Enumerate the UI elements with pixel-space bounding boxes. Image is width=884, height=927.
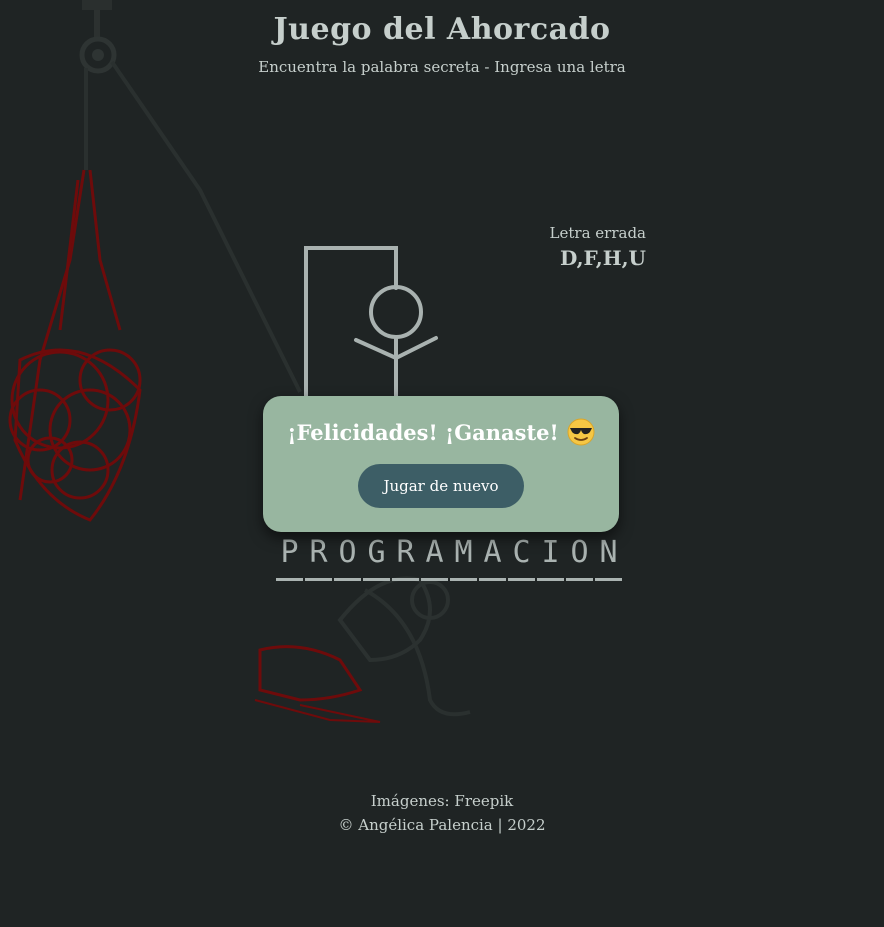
word-letter: G bbox=[363, 534, 390, 581]
credits-label: Imágenes: bbox=[370, 792, 450, 810]
play-again-button[interactable]: Jugar de nuevo bbox=[358, 464, 524, 508]
page: Juego del Ahorcado Encuentra la palabra … bbox=[0, 0, 884, 927]
hanging-figure-icon bbox=[8, 169, 142, 522]
word-letter: N bbox=[595, 534, 622, 581]
hangman-drawing bbox=[304, 246, 438, 402]
hangman-head bbox=[369, 285, 423, 339]
freepik-link[interactable]: Freepik bbox=[454, 792, 513, 810]
word-letter: O bbox=[566, 534, 593, 581]
word-letter: A bbox=[421, 534, 448, 581]
smiling-face-with-sunglasses-icon bbox=[567, 418, 595, 446]
wrong-letters-list: D,F,H,U bbox=[559, 246, 646, 270]
page-subtitle: Encuentra la palabra secreta - Ingresa u… bbox=[258, 58, 626, 76]
credits-line: Imágenes: Freepik bbox=[0, 789, 884, 813]
secret-word: P R O G R A M A C I O N bbox=[276, 534, 624, 581]
word-letter: M bbox=[450, 534, 477, 581]
win-message: ¡Felicidades! ¡Ganaste! bbox=[287, 419, 559, 445]
copyright-text: © Angélica Palencia | 2022 bbox=[338, 816, 546, 834]
word-letter: A bbox=[479, 534, 506, 581]
wrong-letters-label: Letra errada bbox=[549, 224, 646, 242]
wrong-letters-panel: Letra errada D,F,H,U bbox=[550, 224, 646, 270]
win-message-row: ¡Felicidades! ¡Ganaste! bbox=[287, 418, 595, 446]
word-letter: C bbox=[508, 534, 535, 581]
word-letter: I bbox=[537, 534, 564, 581]
footer: Imágenes: Freepik © Angélica Palencia | … bbox=[0, 789, 884, 837]
page-title: Juego del Ahorcado bbox=[273, 12, 611, 47]
word-letter: R bbox=[392, 534, 419, 581]
word-letter: P bbox=[276, 534, 303, 581]
gallows-post bbox=[304, 246, 398, 402]
word-letter: O bbox=[334, 534, 361, 581]
word-letter: R bbox=[305, 534, 332, 581]
win-dialog: ¡Felicidades! ¡Ganaste! Jugar de nuevo bbox=[263, 396, 619, 532]
